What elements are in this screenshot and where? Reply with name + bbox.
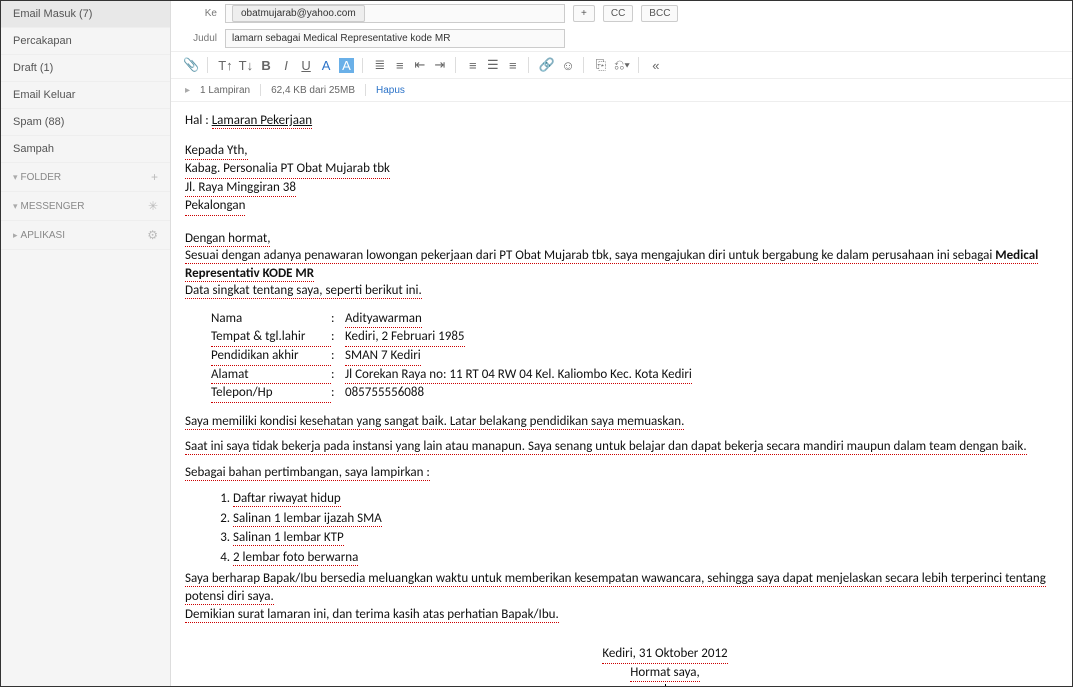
sidebar-messenger-section[interactable]: ▾MESSENGER ✳ [1,192,170,221]
kota-line: Pekalongan [185,197,245,216]
sidebar: Email Masuk (7) Percakapan Draft (1) Ema… [1,1,171,686]
font-decrease-icon[interactable]: T↓ [239,58,253,73]
consider-text: Sebagai bahan pertimbangan, saya lampirk… [185,465,430,481]
bullet-list-icon[interactable]: ≣ [373,57,387,73]
messenger-status-icon[interactable]: ✳ [148,199,158,213]
font-increase-icon[interactable]: T↑ [218,58,232,73]
row-phone-value: 085755556088 [345,384,424,403]
attach-size: 62,4 KB dari 25MB [271,85,355,96]
li1: Daftar riwayat hidup [233,491,341,507]
number-list-icon[interactable]: ≡ [393,58,407,73]
format-toolbar: 📎 T↑ T↓ B I U A A ≣ ≡ ⇤ ⇥ ≡ ☰ ≡ [171,51,1072,79]
attach-delete-link[interactable]: Hapus [376,85,405,96]
hope-text: Saya berharap Bapak/Ibu bersedia meluang… [185,571,1046,605]
row-ttl-label: Tempat & tgl.lahir [211,328,331,347]
signature-block: Kediri, 31 Oktober 2012 Hormat saya, Adi… [485,645,845,686]
collapse-toolbar-icon[interactable]: « [649,58,663,73]
row-edu-value: SMAN 7 Kediri [345,347,421,366]
row-edu-label: Pendidikan akhir [211,347,331,366]
to-label: Ke [185,8,217,19]
para1-text: Sesuai dengan adanya penawaran lowongan … [185,248,995,264]
thanks-text: Demikian surat lamaran ini, dan terima k… [185,607,559,623]
bold-button[interactable]: B [259,58,273,73]
italic-button[interactable]: I [279,58,293,73]
to-row: Ke obatmujarab@yahoo.com + CC BCC [171,1,1072,26]
sidebar-folder-label: FOLDER [21,172,62,183]
personal-data-table: Nama:Adityawarman Tempat & tgl.lahir:Ked… [211,310,1058,403]
expand-attach-icon[interactable]: ▸ [185,85,190,96]
subject-input[interactable] [225,29,565,48]
subject-row: Judul [171,26,1072,51]
subject-label: Judul [185,33,217,44]
attachments-list: Daftar riwayat hidup Salinan 1 lembar ij… [233,489,1058,567]
sidebar-spam[interactable]: Spam (88) [1,109,170,136]
sidebar-apps-section[interactable]: ▸APLIKASI ⚙ [1,221,170,250]
work-text: Saat ini saya tidak bekerja pada instans… [185,439,1027,455]
emoji-icon[interactable]: ☺ [561,58,575,73]
attach-icon[interactable]: 📎 [183,57,199,73]
indent-icon[interactable]: ⇥ [433,57,447,73]
hal-label: Hal : [185,113,209,128]
sig-date: Kediri, 31 Oktober 2012 [602,645,727,664]
kepada-line: Kepada Yth, [185,142,248,161]
row-nama-value: Adityawarman [345,310,422,329]
align-right-icon[interactable]: ≡ [506,58,520,73]
email-body-editor[interactable]: Hal : Lamaran Pekerjaan Kepada Yth, Kaba… [171,102,1072,686]
row-ttl-value: Kediri, 2 Februari 1985 [345,328,465,347]
cc-button[interactable]: CC [603,5,633,22]
row-addr-value: Jl Corekan Raya no: 11 RT 04 RW 04 Kel. … [345,366,692,385]
sidebar-inbox[interactable]: Email Masuk (7) [1,1,170,28]
hal-value: Lamaran Pekerjaan [212,113,312,129]
greeting-text: Dengan hormat, [185,231,270,247]
underline-button[interactable]: U [299,58,313,73]
recipient-chip[interactable]: obatmujarab@yahoo.com [232,5,365,22]
attach-count: 1 Lampiran [200,85,250,96]
add-folder-icon[interactable]: + [151,170,158,184]
sidebar-chat[interactable]: Percakapan [1,28,170,55]
sidebar-draft[interactable]: Draft (1) [1,55,170,82]
sidebar-folder-section[interactable]: ▾FOLDER + [1,163,170,192]
sidebar-messenger-label: MESSENGER [21,201,85,212]
to-input[interactable]: obatmujarab@yahoo.com [225,4,565,23]
highlight-button[interactable]: A [339,58,354,73]
apps-gear-icon[interactable]: ⚙ [147,228,158,242]
tool1-icon[interactable]: ⎘ [594,57,608,73]
li3: Salinan 1 lembar KTP [233,530,344,546]
add-recipient-button[interactable]: + [573,5,595,22]
align-center-icon[interactable]: ☰ [486,57,500,73]
outdent-icon[interactable]: ⇤ [413,57,427,73]
sidebar-trash[interactable]: Sampah [1,136,170,163]
compose-pane: Ke obatmujarab@yahoo.com + CC BCC Judul … [171,1,1072,686]
sidebar-sent[interactable]: Email Keluar [1,82,170,109]
jalan-line: Jl. Raya Minggiran 38 [185,179,296,198]
para2-text: Data singkat tentang saya, seperti berik… [185,283,422,299]
kabag-line: Kabag. Personalia PT Obat Mujarab tbk [185,160,390,179]
li2: Salinan 1 lembar ijazah SMA [233,511,382,527]
link-icon[interactable]: 🔗 [539,57,555,73]
text-cursor [665,684,666,686]
sig-greet: Hormat saya, [630,664,700,683]
row-phone-label: Telepon/Hp [211,384,331,403]
font-color-button[interactable]: A [319,58,333,73]
li4: 2 lembar foto berwarna [233,550,358,566]
health-text: Saya memiliki kondisi kesehatan yang san… [185,414,684,430]
attachment-bar: ▸ 1 Lampiran 62,4 KB dari 25MB Hapus [171,79,1072,102]
bcc-button[interactable]: BCC [641,5,678,22]
sidebar-apps-label: APLIKASI [21,230,65,241]
align-left-icon[interactable]: ≡ [466,58,480,73]
tool2-icon[interactable]: ⎌▾ [614,57,630,73]
row-nama-label: Nama [211,310,331,329]
row-addr-label: Alamat [211,366,331,385]
